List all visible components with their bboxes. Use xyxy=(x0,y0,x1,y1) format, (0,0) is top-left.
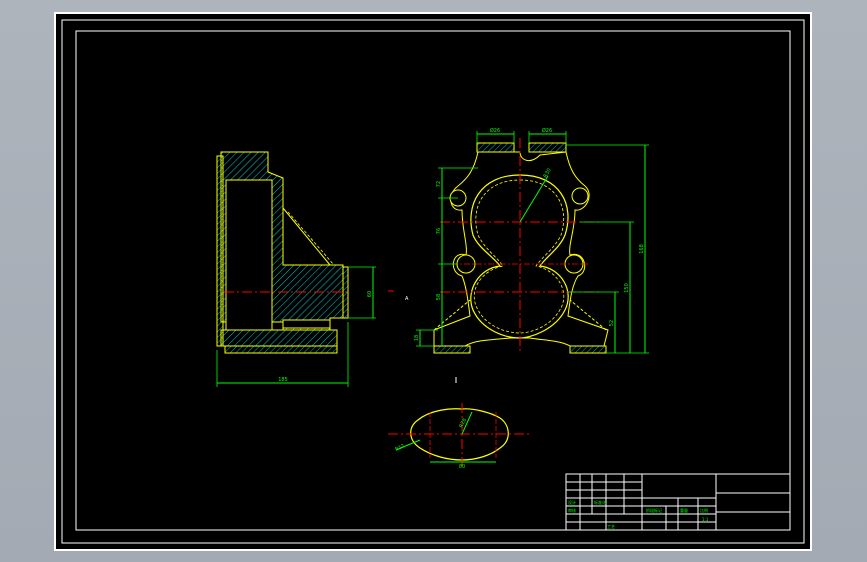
tb-label-0: 阶段标记 xyxy=(646,507,662,513)
right-dim-0: 168 xyxy=(639,244,645,254)
left-dim-1: 76 xyxy=(436,228,442,234)
drawing-canvas: 185 60 R30 Ø26 Ø26 72 76 58 18 168 150 5… xyxy=(54,12,812,551)
side-width-dim: 185 xyxy=(278,377,288,383)
section-bottom-dim: 80 xyxy=(459,464,465,470)
tb-label-2: 比例 xyxy=(700,507,708,513)
top-dim-left: Ø26 xyxy=(490,127,500,134)
tb-row-0: 设计 xyxy=(568,499,576,505)
tb-row-2: 审核 xyxy=(568,507,576,513)
right-dim-2: 52 xyxy=(609,320,615,326)
left-dim-3: 18 xyxy=(414,335,420,341)
left-dim-2: 58 xyxy=(436,294,442,300)
tb-label-1: 重量 xyxy=(680,507,688,513)
top-dim-right: Ø26 xyxy=(542,127,552,134)
tb-row-3: 工艺 xyxy=(607,524,615,529)
left-dim-0: 72 xyxy=(436,181,442,187)
cad-viewport[interactable]: 185 60 R30 Ø26 Ø26 72 76 58 18 168 150 5… xyxy=(0,0,867,562)
tb-scale: 1:1 xyxy=(702,517,709,522)
paper-sheet xyxy=(54,12,812,551)
right-dim-1: 150 xyxy=(624,283,630,293)
section-mark: A xyxy=(405,296,409,302)
tb-row-1: 标准化 xyxy=(594,499,606,505)
side-height-dim: 60 xyxy=(367,291,373,297)
